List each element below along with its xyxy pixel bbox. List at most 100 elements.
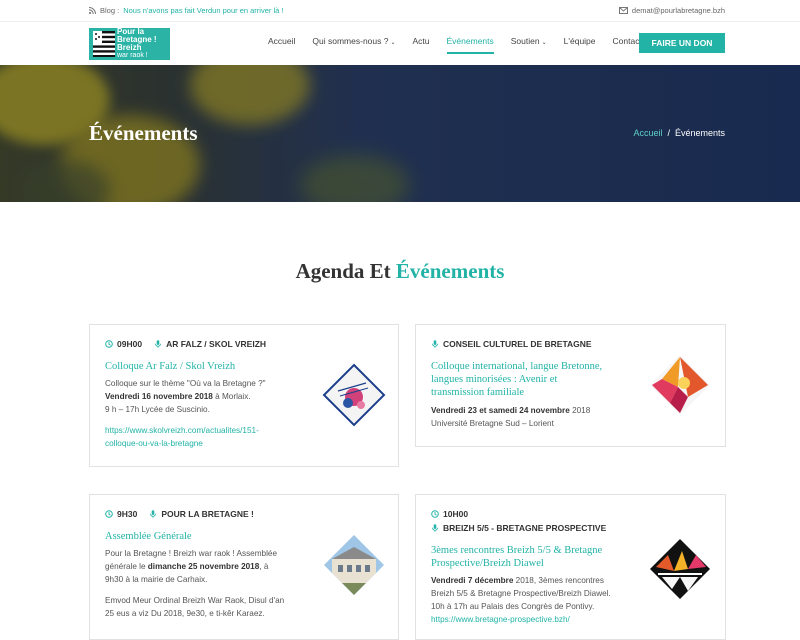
- breadcrumb-home[interactable]: Accueil: [633, 128, 662, 138]
- event-text-line: Breizh 5/5 & Bretagne Prospective/Breizh…: [431, 589, 611, 598]
- event-text-line: 9h30 à la mairie de Carhaix.: [105, 575, 208, 584]
- blog-link[interactable]: Nous n'avons pas fait Verdun pour en arr…: [123, 6, 283, 15]
- event-date: dimanche 25 novembre 2018: [147, 562, 260, 571]
- event-text-line: générale le dimanche 25 novembre 2018, à: [105, 560, 320, 573]
- main-navbar: Pour la Bretagne ! Breizh war raok ! Acc…: [0, 22, 800, 65]
- event-time-text: 9H30: [117, 509, 138, 519]
- chevron-down-icon: ⌄: [541, 40, 547, 46]
- event-time: 09H00: [105, 339, 142, 349]
- event-text-line: Vendredi 23 et samedi 24 novembre 2018: [431, 404, 651, 417]
- breadcrumb-separator: /: [667, 128, 670, 138]
- nav-label: Contact: [612, 36, 642, 46]
- event-title-line: 3èmes rencontres Breizh 5/5 & Bretagne: [431, 545, 603, 556]
- event-title-line: langues minorisées : Avenir et: [431, 374, 558, 385]
- event-organizer-text: BREIZH 5/5 - BRETAGNE PROSPECTIVE: [443, 523, 607, 533]
- blog-label: Blog :: [100, 6, 120, 15]
- nav-item-contact[interactable]: Contact: [613, 36, 642, 54]
- event-meta: BREIZH 5/5 - BRETAGNE PROSPECTIVE: [431, 523, 618, 533]
- event-text-line: Colloque sur le thème "Où va la Bretagne…: [105, 379, 266, 388]
- microphone-icon: [155, 340, 161, 348]
- event-card: CONSEIL CULTUREL DE BRETAGNE Colloque in…: [415, 324, 726, 447]
- blog-notice: Blog : Nous n'avons pas fait Verdun pour…: [89, 6, 283, 15]
- event-description: Vendredi 7 décembre 2018, 3èmes rencontr…: [431, 574, 646, 626]
- event-text: à Morlaix.: [212, 392, 251, 401]
- nav-label: L'équipe: [563, 36, 596, 46]
- section-title-plain: Agenda Et: [295, 259, 391, 283]
- event-text-line: 10h à 17h au Palais des Congrès de Ponti…: [431, 602, 595, 611]
- nav-item-soutien[interactable]: Soutien ⌄: [511, 36, 547, 54]
- event-description: Pour la Bretagne ! Breizh war raok ! Ass…: [105, 547, 320, 620]
- event-organizer: AR FALZ / SKOL VREIZH: [154, 339, 266, 349]
- logo-line-3: Breizh: [117, 43, 142, 52]
- nav-item-qui-sommes-nous[interactable]: Qui sommes-nous ? ⌄: [312, 36, 395, 54]
- nav-label: Actu: [412, 36, 430, 46]
- event-link[interactable]: https://www.skolvreizh.com/actualites/15…: [105, 424, 315, 437]
- event-thumbnail-image: [650, 355, 710, 415]
- contact-email[interactable]: demat@pourlabretagne.bzh: [618, 6, 725, 15]
- envelope-icon: [618, 7, 628, 14]
- section-title-highlight: Événements: [395, 259, 505, 283]
- email-text: demat@pourlabretagne.bzh: [631, 6, 725, 15]
- event-meta: 09H00 AR FALZ / SKOL VREIZH: [105, 339, 278, 349]
- event-description: Colloque sur le thème "Où va la Bretagne…: [105, 377, 315, 450]
- clock-icon: [431, 510, 439, 518]
- event-text-line: Vendredi 7 décembre 2018, 3èmes rencontr…: [431, 574, 646, 587]
- event-date: Vendredi 16 novembre 2018: [105, 392, 213, 401]
- clock-icon: [105, 510, 113, 518]
- site-logo[interactable]: Pour la Bretagne ! Breizh war raok !: [89, 28, 170, 60]
- nav-label: Soutien: [510, 36, 540, 46]
- event-title-line: transmission familiale: [431, 387, 525, 398]
- event-meta: 10H00: [431, 509, 480, 519]
- nav-item-actu[interactable]: Actu: [413, 36, 430, 54]
- event-thumbnail-image: [322, 363, 386, 427]
- event-description: Vendredi 23 et samedi 24 novembre 2018 U…: [431, 404, 651, 430]
- event-time-text: 10H00: [443, 509, 469, 519]
- event-title[interactable]: Colloque international, langue Bretonne,…: [431, 360, 641, 399]
- event-organizer-text: CONSEIL CULTUREL DE BRETAGNE: [443, 339, 592, 349]
- rss-icon: [89, 7, 96, 14]
- event-card: 9H30 POUR LA BRETAGNE ! Assemblée Généra…: [89, 494, 399, 640]
- page-hero: Événements Accueil / Événements: [0, 65, 800, 202]
- nav-menu: Accueil Qui sommes-nous ? ⌄ Actu Événemen…: [268, 36, 659, 54]
- event-text-line: 9 h – 17h Lycée de Suscinio.: [105, 405, 210, 414]
- nav-item-evenements[interactable]: Événements: [446, 36, 494, 54]
- event-meta: CONSEIL CULTUREL DE BRETAGNE: [431, 339, 604, 349]
- event-organizer: CONSEIL CULTUREL DE BRETAGNE: [431, 339, 592, 349]
- event-time-text: 09H00: [117, 339, 143, 349]
- clock-icon: [105, 340, 113, 348]
- event-organizer-text: AR FALZ / SKOL VREIZH: [166, 339, 267, 349]
- event-text-line: Vendredi 16 novembre 2018 à Morlaix.: [105, 390, 315, 403]
- event-text-line: Université Bretagne Sud – Lorient: [431, 419, 554, 428]
- page-title: Événements: [89, 121, 198, 145]
- event-text-line: Pour la Bretagne ! Breizh war raok ! Ass…: [105, 549, 278, 558]
- event-organizer: POUR LA BRETAGNE !: [149, 509, 254, 519]
- event-link[interactable]: colloque-ou-va-la-bretagne: [105, 437, 315, 450]
- event-text: 2018: [569, 406, 591, 415]
- breadcrumb-current: Événements: [674, 128, 725, 138]
- event-time: 9H30: [105, 509, 137, 519]
- nav-item-accueil[interactable]: Accueil: [268, 36, 295, 54]
- nav-item-equipe[interactable]: L'équipe: [564, 36, 596, 54]
- event-title[interactable]: Assemblée Générale: [105, 530, 192, 543]
- logo-line-4: war raok !: [117, 52, 148, 59]
- event-text-line: 25 eus a viz Du 2018, 9e30, e ti-kêr Kar…: [105, 609, 265, 618]
- event-link[interactable]: https://www.bretagne-prospective.bzh/: [431, 613, 646, 626]
- event-title[interactable]: Colloque Ar Falz / Skol Vreizh: [105, 360, 235, 373]
- event-card: 09H00 AR FALZ / SKOL VREIZH Colloque Ar …: [89, 324, 399, 467]
- nav-label: Accueil: [268, 36, 296, 46]
- gwenn-ha-du-flag-icon: [93, 31, 115, 57]
- nav-label: Événements: [446, 36, 494, 46]
- top-bar: Blog : Nous n'avons pas fait Verdun pour…: [0, 0, 800, 22]
- event-date: Vendredi 7 décembre: [431, 576, 514, 585]
- event-organizer: BREIZH 5/5 - BRETAGNE PROSPECTIVE: [431, 523, 606, 533]
- donate-button[interactable]: FAIRE UN DON: [639, 33, 725, 53]
- event-title-line: Colloque international, langue Bretonne,: [431, 361, 603, 372]
- microphone-icon: [432, 340, 438, 348]
- event-date: Vendredi 23 et samedi 24 novembre: [431, 406, 570, 415]
- logo-text: Pour la Bretagne ! Breizh war raok !: [117, 28, 157, 60]
- event-text: 2018, 3èmes rencontres: [513, 576, 604, 585]
- event-title[interactable]: 3èmes rencontres Breizh 5/5 & Bretagne P…: [431, 544, 646, 570]
- microphone-icon: [150, 510, 157, 518]
- event-text: générale le: [105, 562, 148, 571]
